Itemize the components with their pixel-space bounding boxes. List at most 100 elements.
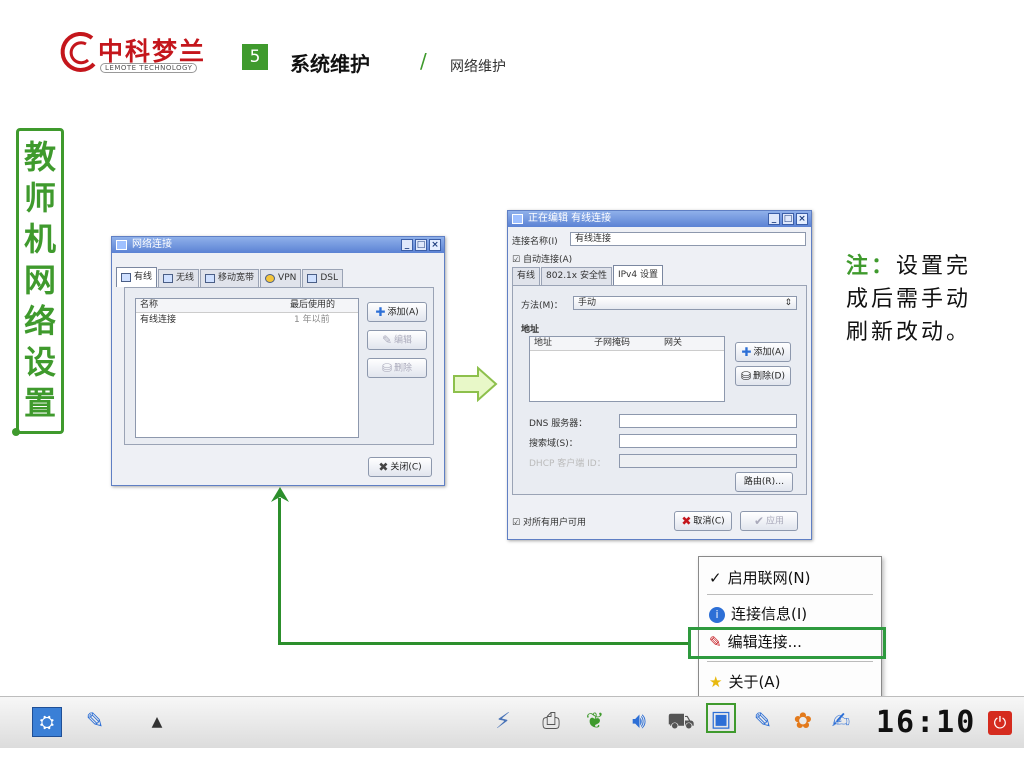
- vertical-title-text: 教师机网络设置: [23, 138, 56, 422]
- add-connection-button[interactable]: ✚ 添加(A): [367, 302, 427, 322]
- routes-button[interactable]: 路由(R)…: [735, 472, 793, 492]
- gear-icon[interactable]: ✿: [788, 707, 818, 737]
- tab-panel: 名称 最后使用的 有线连接 1 年以前 ✚ 添加(A) ✎ 编辑 ⛁ 删除: [124, 287, 434, 445]
- wireless-icon: [163, 274, 174, 283]
- triangle-up-icon[interactable]: ▲: [142, 707, 172, 737]
- printer-icon[interactable]: ⎙: [536, 707, 566, 737]
- menu-divider: [707, 594, 873, 595]
- network-connections-window: 网络连接 _ □ × 有线 无线 移动宽带 VPN DSL 名称 最后使用的 有…: [111, 236, 445, 486]
- antenna-icon: [205, 274, 216, 283]
- tab-wired-settings[interactable]: 有线: [512, 267, 541, 285]
- minimize-button[interactable]: _: [401, 239, 413, 251]
- connections-list[interactable]: 名称 最后使用的 有线连接 1 年以前: [135, 298, 359, 438]
- up-arrow-icon: [271, 487, 289, 502]
- edit-icon: ✎: [381, 333, 393, 347]
- delete-icon: ⛁: [740, 369, 752, 383]
- plug-icon[interactable]: ⚡: [488, 707, 518, 737]
- volume-icon[interactable]: 🔊︎: [624, 707, 654, 737]
- tab-8021x-security[interactable]: 802.1x 安全性: [541, 267, 612, 285]
- desktop-icon[interactable]: ✎: [80, 707, 110, 737]
- start-menu-icon[interactable]: ⛭: [32, 707, 62, 737]
- address-section-title: 地址: [521, 325, 540, 335]
- section-number: 5: [242, 44, 268, 70]
- all-users-checkbox[interactable]: ☑ 对所有用户可用: [512, 515, 586, 528]
- section-title: 系统维护: [290, 52, 370, 76]
- delete-icon: ⛁: [381, 361, 393, 375]
- cancel-button[interactable]: ✖ 取消(C): [674, 511, 732, 531]
- auto-connect-checkbox[interactable]: ☑ 自动连接(A): [512, 252, 572, 265]
- vpn-icon: [265, 274, 276, 283]
- power-icon[interactable]: ⏻: [988, 711, 1012, 735]
- method-select[interactable]: 手动 ⇕: [573, 296, 797, 310]
- note-label: 注：: [846, 254, 897, 279]
- dsl-icon: [307, 274, 318, 283]
- menu-item-connection-info[interactable]: i 连接信息(I): [699, 601, 881, 627]
- network-icon: [512, 214, 523, 224]
- right-arrow-icon: [453, 366, 498, 402]
- menu-item-about[interactable]: ★ 关于(A): [699, 669, 881, 695]
- leaf-icon[interactable]: ❦: [580, 707, 610, 737]
- note-text: 注：设置完成后需手动刷新改动。: [846, 250, 984, 349]
- connection-type-tabs: 有线 无线 移动宽带 VPN DSL: [112, 267, 444, 287]
- dhcp-id-label: DHCP 客户端 ID：: [529, 459, 606, 469]
- cancel-x-icon: ✖: [681, 514, 692, 528]
- column-last-used[interactable]: 最后使用的: [286, 299, 358, 312]
- clock[interactable]: 16:10: [876, 705, 976, 740]
- tab-mobile-broadband[interactable]: 移动宽带: [200, 269, 260, 287]
- chevron-updown-icon: ⇕: [784, 298, 792, 308]
- tab-wired[interactable]: 有线: [116, 267, 158, 287]
- connector-line-horizontal: [278, 642, 690, 645]
- tab-ipv4-settings[interactable]: IPv4 设置: [612, 265, 663, 285]
- window-title: 网络连接: [132, 239, 172, 250]
- window-titlebar[interactable]: 网络连接 _ □ ×: [112, 237, 444, 253]
- menu-item-enable-networking[interactable]: ✓ 启用联网(N): [699, 565, 881, 591]
- dns-input[interactable]: [619, 414, 797, 428]
- check-icon: ✔: [753, 514, 765, 528]
- connection-name-input[interactable]: 有线连接: [570, 232, 806, 246]
- apply-button[interactable]: ✔ 应用: [740, 511, 798, 531]
- maximize-button[interactable]: □: [782, 213, 794, 225]
- section-subtitle: 网络维护: [450, 59, 506, 75]
- vertical-slide-title: 教师机网络设置: [16, 128, 64, 434]
- search-domain-input[interactable]: [619, 434, 797, 448]
- logo-english-name: LEMOTE TECHNOLOGY: [100, 63, 198, 73]
- title-bullet-dot: [12, 428, 20, 436]
- delete-address-button[interactable]: ⛁ 删除(D): [735, 366, 791, 386]
- menu-divider: [707, 661, 873, 662]
- edit-tabs: 有线 802.1x 安全性 IPv4 设置: [508, 265, 811, 285]
- search-domain-label: 搜索域(S)：: [529, 439, 578, 449]
- close-button[interactable]: ✖ 关闭(C): [368, 457, 432, 477]
- delete-connection-button[interactable]: ⛁ 删除: [367, 358, 427, 378]
- info-icon: i: [709, 606, 725, 623]
- close-window-button[interactable]: ×: [429, 239, 441, 251]
- lemote-logo: 中科梦兰 LEMOTE TECHNOLOGY: [56, 30, 234, 78]
- wired-icon: [121, 273, 131, 282]
- car-icon[interactable]: ⛟: [666, 707, 696, 737]
- edit-document-icon[interactable]: ✍: [826, 707, 856, 737]
- column-name[interactable]: 名称: [136, 299, 286, 312]
- network-tray-icon[interactable]: ▣: [706, 703, 736, 733]
- check-icon: ✓: [709, 569, 722, 587]
- star-icon: ★: [709, 673, 723, 691]
- dns-label: DNS 服务器：: [529, 419, 588, 429]
- method-label: 方法(M)：: [521, 301, 563, 311]
- maximize-button[interactable]: □: [415, 239, 427, 251]
- tab-dsl[interactable]: DSL: [302, 269, 344, 287]
- plus-icon: ✚: [375, 305, 386, 319]
- tab-wireless[interactable]: 无线: [158, 269, 200, 287]
- table-row[interactable]: 有线连接 1 年以前: [136, 313, 358, 327]
- close-window-button[interactable]: ×: [796, 213, 808, 225]
- close-x-icon: ✖: [378, 460, 389, 474]
- notes-icon[interactable]: ✎: [748, 707, 778, 737]
- connector-line-vertical: [278, 498, 281, 644]
- connection-name-label: 连接名称(I): [512, 237, 558, 247]
- minimize-button[interactable]: _: [768, 213, 780, 225]
- taskbar: ⛭ ✎ ▲ ⚡ ⎙ ❦ 🔊︎ ⛟ ▣ ✎ ✿ ✍ 16:10 ⏻: [0, 696, 1024, 748]
- ipv4-panel: 方法(M)： 手动 ⇕ 地址 地址 子网掩码 网关 ✚ 添加(A) ⛁ 删除(D) …: [512, 285, 807, 495]
- tab-vpn[interactable]: VPN: [260, 269, 302, 287]
- edit-window-titlebar[interactable]: 正在编辑 有线连接 _ □ ×: [508, 211, 811, 227]
- dhcp-id-input[interactable]: [619, 454, 797, 468]
- address-table[interactable]: 地址 子网掩码 网关: [529, 336, 725, 402]
- add-address-button[interactable]: ✚ 添加(A): [735, 342, 791, 362]
- edit-connection-button[interactable]: ✎ 编辑: [367, 330, 427, 350]
